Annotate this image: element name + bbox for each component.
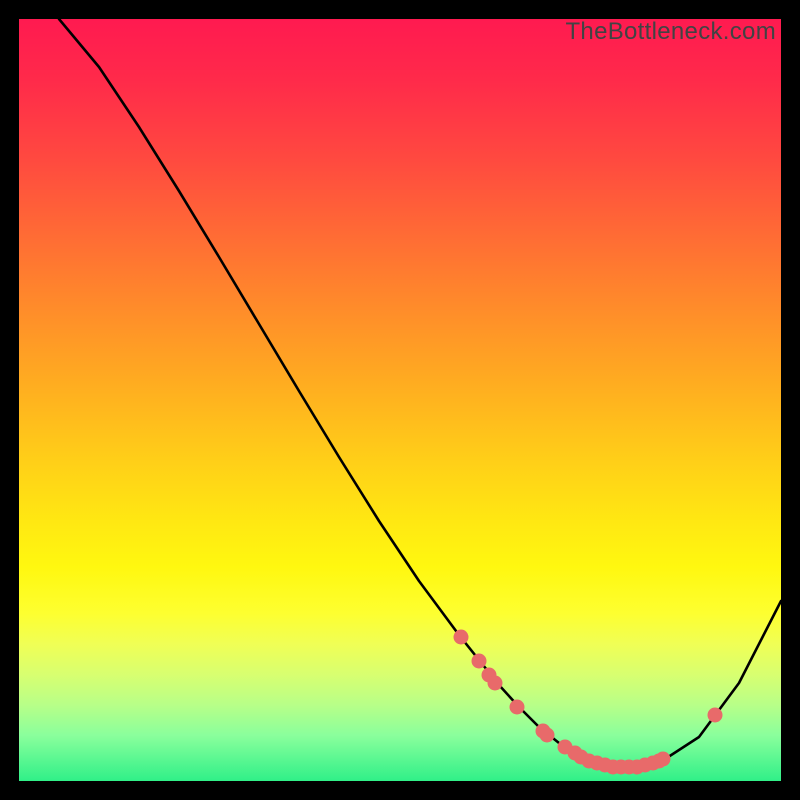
chart-frame: TheBottleneck.com <box>0 0 800 800</box>
watermark-text: TheBottleneck.com <box>565 18 776 46</box>
data-dot <box>510 700 525 715</box>
data-dot <box>488 676 503 691</box>
data-dot <box>708 708 723 723</box>
bottleneck-curve <box>59 19 781 767</box>
plot-area <box>19 19 781 781</box>
data-dot <box>472 654 487 669</box>
data-dot <box>454 630 469 645</box>
data-dot <box>656 752 671 767</box>
chart-svg <box>19 19 781 781</box>
data-dot <box>540 728 555 743</box>
